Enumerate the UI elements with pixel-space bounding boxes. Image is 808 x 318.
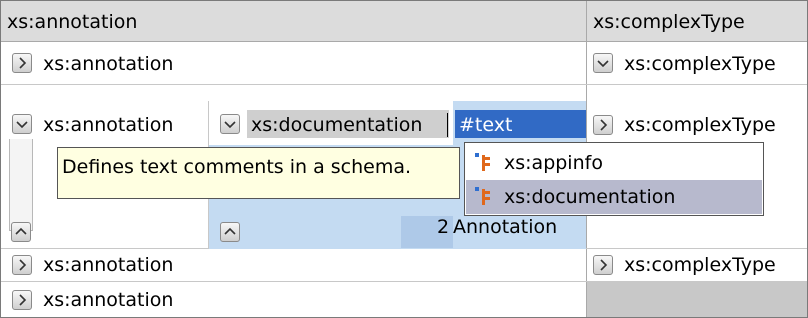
tooltip-text: Defines text comments in a schema.: [62, 156, 412, 178]
popup-item-documentation[interactable]: xs:documentation: [466, 180, 762, 214]
row-label-complextype: xs:complexType: [624, 254, 776, 276]
row-label-complextype: xs:complexType: [624, 114, 776, 136]
chevron-up-icon: [15, 227, 27, 235]
row-label-annotation: xs:annotation: [43, 254, 174, 276]
expand-button[interactable]: [12, 53, 32, 73]
element-icon: [475, 187, 490, 205]
text-node-label: #text: [459, 114, 513, 136]
column-header-row: xs:annotation xs:complexType: [1, 1, 807, 42]
chevron-right-icon: [19, 259, 27, 271]
collapse-button[interactable]: [12, 114, 32, 134]
collapse-up-button[interactable]: [220, 222, 240, 242]
chevron-down-icon: [224, 121, 236, 129]
expand-button[interactable]: [12, 255, 32, 275]
row-label-annotation: xs:annotation: [43, 114, 174, 136]
chevron-down-icon: [16, 121, 28, 129]
expanded-bracket: [9, 139, 33, 231]
popup-item-label: xs:appinfo: [504, 152, 603, 174]
chevron-right-icon: [19, 294, 27, 306]
expand-button[interactable]: [593, 255, 613, 275]
expand-button[interactable]: [593, 115, 613, 135]
element-name-input[interactable]: xs:documentation: [251, 113, 422, 137]
collapse-up-button[interactable]: [11, 222, 31, 242]
empty-cell: [587, 282, 807, 317]
chevron-down-icon: [597, 60, 609, 68]
row-label-annotation: xs:annotation: [43, 53, 174, 75]
expand-button[interactable]: [12, 290, 32, 310]
chevron-up-icon: [224, 227, 236, 235]
popup-item-label: xs:documentation: [504, 186, 676, 208]
nested-row-text: Annotation: [453, 216, 558, 238]
column-header-complextype[interactable]: xs:complexType: [593, 10, 745, 34]
chevron-right-icon: [600, 119, 608, 131]
content-completion-popup: xs:appinfo xs:documentation: [464, 142, 764, 216]
collapse-button[interactable]: [220, 114, 240, 134]
column-header-annotation[interactable]: xs:annotation: [7, 10, 137, 34]
popup-item-appinfo[interactable]: xs:appinfo: [466, 146, 762, 180]
row-label-annotation: xs:annotation: [43, 289, 174, 311]
nested-row-index: 2: [437, 216, 450, 238]
tooltip: Defines text comments in a schema.: [57, 147, 460, 199]
expand-button[interactable]: [593, 53, 613, 73]
element-icon: [475, 153, 490, 171]
text-caret: [447, 113, 448, 137]
chevron-right-icon: [600, 259, 608, 271]
row-label-complextype: xs:complexType: [624, 53, 776, 75]
grid-editor: xs:annotation xs:complexType xs:annotati…: [0, 0, 808, 318]
chevron-right-icon: [19, 57, 27, 69]
